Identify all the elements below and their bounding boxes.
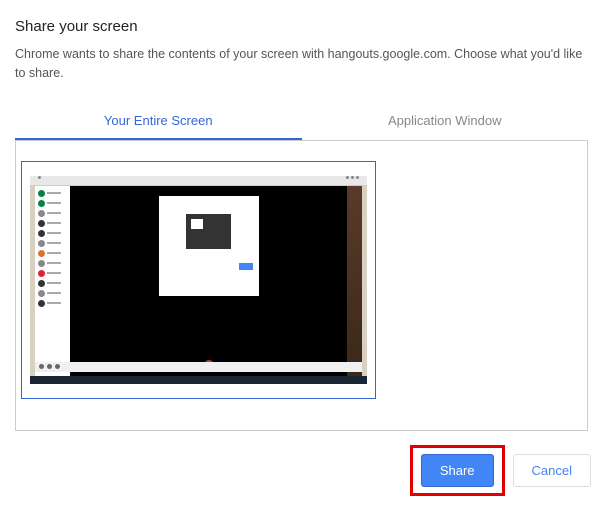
video-area: [70, 186, 347, 376]
tab-application-window[interactable]: Application Window: [302, 103, 589, 140]
share-screen-dialog: Share your screen Chrome wants to share …: [0, 0, 603, 431]
screen-thumbnail[interactable]: [21, 161, 376, 399]
nested-dialog-preview: [159, 196, 259, 296]
tab-bar: Your Entire Screen Application Window: [15, 103, 588, 141]
dialog-description: Chrome wants to share the contents of yo…: [15, 45, 588, 83]
annotation-highlight: Share: [410, 445, 505, 496]
content-panel: [15, 141, 588, 431]
browser-body: [35, 186, 362, 376]
os-taskbar: [30, 376, 367, 384]
tab-entire-screen[interactable]: Your Entire Screen: [15, 103, 302, 140]
wallpaper-strip: [347, 186, 362, 376]
screen-preview: [30, 176, 367, 384]
hangouts-sidebar: [35, 186, 70, 376]
share-button[interactable]: Share: [421, 454, 494, 487]
cancel-button[interactable]: Cancel: [513, 454, 591, 487]
dialog-footer: Share Cancel: [0, 431, 603, 510]
participants-strip: [35, 362, 362, 372]
browser-top-strip: [35, 176, 362, 179]
dialog-title: Share your screen: [15, 18, 588, 35]
